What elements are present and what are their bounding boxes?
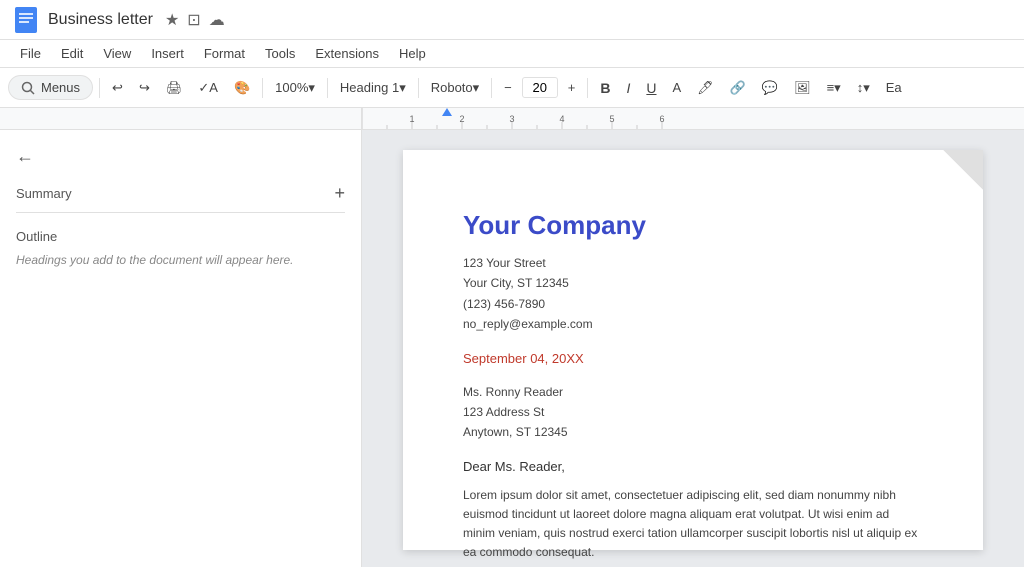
- sidebar-back-button[interactable]: ←: [16, 146, 34, 167]
- font-family-label: Roboto: [431, 80, 473, 95]
- star-icon[interactable]: ★: [165, 10, 179, 30]
- title-bar: Business letter ★ ⊡ ☁: [0, 0, 1024, 40]
- summary-add-button[interactable]: +: [334, 183, 345, 204]
- cloud-icon[interactable]: ☁: [209, 10, 225, 30]
- menu-extensions[interactable]: Extensions: [307, 44, 387, 63]
- docs-icon: [12, 6, 40, 34]
- menu-format[interactable]: Format: [196, 44, 253, 63]
- company-name: Your Company: [463, 210, 923, 241]
- font-size-input[interactable]: [522, 77, 558, 98]
- address-line4: no_reply@example.com: [463, 314, 923, 334]
- paint-format-button[interactable]: 🎨: [228, 76, 256, 100]
- font-dropdown-icon: ▾: [473, 80, 480, 96]
- body-text: Lorem ipsum dolor sit amet, consectetuer…: [463, 486, 923, 563]
- summary-label: Summary: [16, 186, 72, 201]
- spellcheck-button[interactable]: ✓A: [192, 76, 224, 100]
- menu-insert[interactable]: Insert: [143, 44, 192, 63]
- more-options-button[interactable]: Ea: [880, 76, 908, 99]
- recipient-name: Ms. Ronny Reader: [463, 382, 923, 402]
- address-block: 123 Your Street Your City, ST 12345 (123…: [463, 253, 923, 335]
- recipient-block: Ms. Ronny Reader 123 Address St Anytown,…: [463, 382, 923, 443]
- image-button[interactable]: 🖼: [788, 76, 817, 100]
- outline-hint: Headings you add to the document will ap…: [16, 252, 345, 269]
- print-button[interactable]: 🖨: [160, 76, 189, 100]
- address-line3: (123) 456-7890: [463, 294, 923, 314]
- ruler-cursor: [442, 108, 452, 116]
- separator-4: [418, 78, 419, 98]
- sidebar: ← Summary + Outline Headings you add to …: [0, 130, 362, 567]
- separator-2: [262, 78, 263, 98]
- search-menus-button[interactable]: Menus: [8, 75, 93, 100]
- recipient-addr1: 123 Address St: [463, 402, 923, 422]
- address-line2: Your City, ST 12345: [463, 273, 923, 293]
- line-spacing-button[interactable]: ↕▾: [851, 76, 876, 100]
- ruler-row: 1 2 3 4 5 6: [0, 108, 1024, 130]
- highlight-button[interactable]: 🖊: [691, 76, 720, 100]
- document-page[interactable]: Your Company 123 Your Street Your City, …: [403, 150, 983, 550]
- comment-button[interactable]: 💬: [756, 76, 784, 100]
- document-area[interactable]: Your Company 123 Your Street Your City, …: [362, 130, 1024, 567]
- ruler-svg: 1 2 3 4 5 6: [362, 108, 1024, 129]
- menu-tools[interactable]: Tools: [257, 44, 303, 63]
- separator: [99, 78, 100, 98]
- menu-bar: File Edit View Insert Format Tools Exten…: [0, 40, 1024, 68]
- redo-button[interactable]: ↪: [133, 76, 156, 100]
- document-title[interactable]: Business letter: [48, 11, 153, 29]
- date-line: September 04, 20XX: [463, 351, 923, 366]
- search-icon: [21, 81, 35, 95]
- main-area: ← Summary + Outline Headings you add to …: [0, 130, 1024, 567]
- salutation: Dear Ms. Reader,: [463, 459, 923, 474]
- address-line1: 123 Your Street: [463, 253, 923, 273]
- menu-file[interactable]: File: [12, 44, 49, 63]
- heading-dropdown-icon: ▾: [399, 80, 406, 96]
- bold-button[interactable]: B: [594, 76, 616, 100]
- separator-5: [491, 78, 492, 98]
- font-family-button[interactable]: Roboto ▾: [425, 76, 485, 100]
- separator-3: [327, 78, 328, 98]
- zoom-dropdown-icon: ▾: [308, 80, 315, 96]
- undo-button[interactable]: ↩: [106, 76, 129, 100]
- font-size-increase[interactable]: +: [562, 76, 582, 99]
- ruler-left: [0, 108, 362, 129]
- title-actions: ★ ⊡ ☁: [165, 10, 225, 30]
- separator-6: [587, 78, 588, 98]
- font-size-decrease[interactable]: −: [498, 76, 518, 99]
- link-button[interactable]: 🔗: [724, 76, 752, 100]
- recipient-addr2: Anytown, ST 12345: [463, 422, 923, 442]
- heading-style-button[interactable]: Heading 1 ▾: [334, 76, 412, 100]
- outline-label: Outline: [16, 229, 345, 244]
- align-button[interactable]: ≡▾: [821, 76, 847, 100]
- menu-edit[interactable]: Edit: [53, 44, 91, 63]
- ruler-right: 1 2 3 4 5 6: [362, 108, 1024, 129]
- zoom-value: 100%: [275, 80, 308, 95]
- ea-label: Ea: [886, 80, 902, 95]
- folder-icon[interactable]: ⊡: [187, 10, 200, 30]
- sidebar-divider: [16, 212, 345, 213]
- heading-style-label: Heading 1: [340, 80, 399, 95]
- underline-button[interactable]: U: [640, 76, 662, 100]
- menus-label: Menus: [41, 80, 80, 95]
- menu-help[interactable]: Help: [391, 44, 434, 63]
- zoom-button[interactable]: 100% ▾: [269, 76, 321, 100]
- sidebar-summary-row: Summary +: [16, 183, 345, 204]
- toolbar: Menus ↩ ↪ 🖨 ✓A 🎨 100% ▾ Heading 1 ▾ Robo…: [0, 68, 1024, 108]
- font-color-button[interactable]: A: [667, 76, 688, 99]
- menu-view[interactable]: View: [95, 44, 139, 63]
- italic-button[interactable]: I: [620, 76, 636, 100]
